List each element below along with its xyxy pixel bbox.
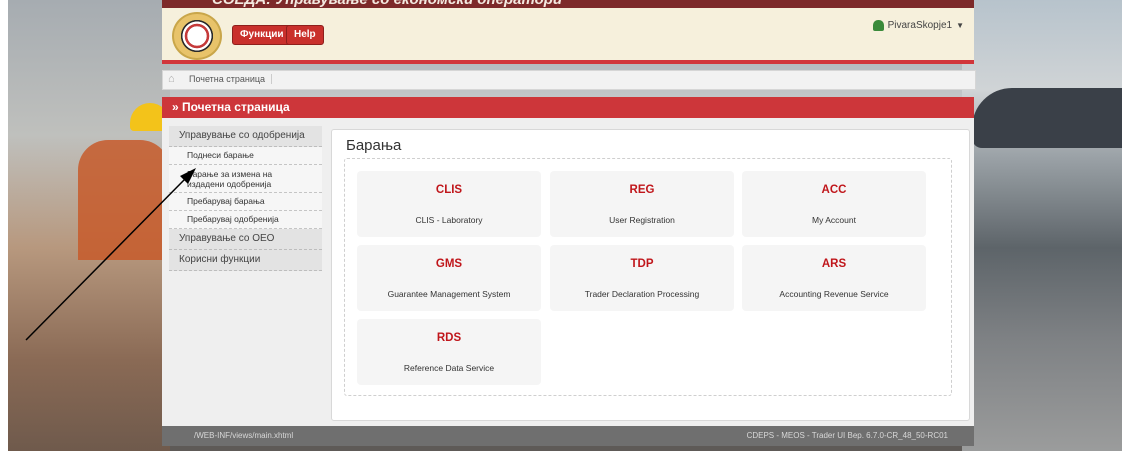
chevron-down-icon: ▼ [956,21,964,30]
sidebar-item-submit-request[interactable]: Поднеси барање [169,147,322,165]
window-title: СОЕДА: Управување со економски оператори [212,0,562,8]
home-icon[interactable]: ⌂ [168,74,178,85]
page-title: » Почетна страница [162,97,974,118]
breadcrumb: ⌂ Почетна страница [162,70,976,90]
worker-figure [78,140,170,260]
breadcrumb-current[interactable]: Почетна страница [189,74,273,84]
tile-name: Reference Data Service [403,363,495,373]
tile-code: RDS [436,332,462,344]
customs-logo [172,12,222,60]
footer-version: CDEPS - MEOS - Trader UI Вер. 6.7.0-CR_4… [746,431,948,440]
content-box: Барања CLIS CLIS - Laboratory REG User R… [331,129,970,421]
tile-name: CLIS - Laboratory [415,215,483,225]
sidebar-group-oeo[interactable]: Управување со OEO [169,229,322,250]
tile-acc[interactable]: ACC My Account [742,171,926,237]
tile-grid: CLIS CLIS - Laboratory REG User Registra… [344,158,952,396]
sidebar-group-useful-functions[interactable]: Корисни функции [169,250,322,271]
sidebar-item-search-approvals[interactable]: Пребарувај одобренија [169,211,322,229]
header: Функции Help PivaraSkopje1 ▼ [162,8,974,64]
tile-rds[interactable]: RDS Reference Data Service [357,319,541,385]
window-title-bar: СОЕДА: Управување со економски оператори [162,0,974,8]
tile-name: My Account [812,215,856,225]
sidebar: Управување со одобренија Поднеси барање … [169,126,322,271]
tile-name: Trader Declaration Processing [584,289,700,299]
tile-code: TDP [630,258,654,270]
tile-reg[interactable]: REG User Registration [550,171,734,237]
help-button[interactable]: Help [286,25,324,45]
content-title: Барања [346,137,402,154]
tile-code: ACC [821,184,847,196]
sidebar-item-amend-line1: Барање за измена на [187,169,273,179]
sidebar-group-approvals[interactable]: Управување со одобренија [169,126,322,147]
tile-code: REG [629,184,655,196]
user-icon [872,20,884,31]
tile-tdp[interactable]: TDP Trader Declaration Processing [550,245,734,311]
tile-code: GMS [435,258,463,270]
functions-button[interactable]: Функции [232,25,292,45]
user-menu[interactable]: PivaraSkopje1 ▼ [872,20,964,31]
main-panel: Управување со одобренија Поднеси барање … [162,118,974,426]
tile-code: ARS [821,258,847,270]
user-name: PivaraSkopje1 [887,20,953,31]
tile-code: CLIS [435,184,463,196]
sidebar-item-amend-request[interactable]: Барање за измена на издадени одобренија [169,165,322,193]
sidebar-item-amend-line2: издадени одобренија [187,179,272,189]
tile-name: Accounting Revenue Service [779,289,889,299]
tile-ars[interactable]: ARS Accounting Revenue Service [742,245,926,311]
tile-gms[interactable]: GMS Guarantee Management System [357,245,541,311]
ship-figure [972,88,1122,148]
background-right-photo [962,0,1122,451]
tile-clis[interactable]: CLIS CLIS - Laboratory [357,171,541,237]
sidebar-item-search-requests[interactable]: Пребарувај барања [169,193,322,211]
tile-name: Guarantee Management System [387,289,511,299]
footer: /WEB-INF/views/main.xhtml CDEPS - MEOS -… [162,426,974,446]
footer-path: /WEB-INF/views/main.xhtml [194,431,294,440]
tile-name: User Registration [609,215,675,225]
